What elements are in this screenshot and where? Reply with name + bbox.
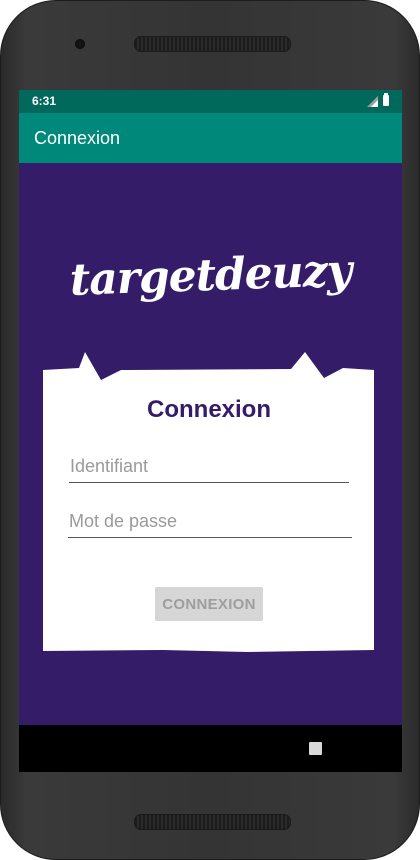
password-input[interactable] — [68, 507, 353, 535]
login-button[interactable]: CONNEXION — [155, 587, 263, 621]
top-speaker — [134, 36, 291, 52]
app-bar: Connexion — [19, 113, 402, 163]
status-time: 6:31 — [32, 94, 57, 108]
battery-icon — [383, 93, 389, 106]
status-bar: 6:31 — [19, 90, 402, 113]
front-camera — [75, 39, 85, 49]
recent-apps-icon[interactable] — [309, 742, 322, 755]
device-screen: 6:31 Connexion targetdeuzy Connexion CON… — [19, 90, 402, 772]
phone-frame: 6:31 Connexion targetdeuzy Connexion CON… — [0, 0, 420, 860]
brand-logo: targetdeuzy — [68, 245, 353, 306]
signal-icon — [367, 96, 378, 107]
app-bar-title: Connexion — [34, 128, 121, 148]
username-input[interactable] — [69, 452, 350, 480]
navigation-bar — [19, 725, 402, 772]
password-field-wrapper — [68, 507, 353, 538]
username-field-wrapper — [69, 452, 350, 483]
login-card: Connexion CONNEXION — [43, 352, 375, 654]
bottom-speaker — [134, 814, 291, 830]
login-title: Connexion — [147, 396, 271, 423]
